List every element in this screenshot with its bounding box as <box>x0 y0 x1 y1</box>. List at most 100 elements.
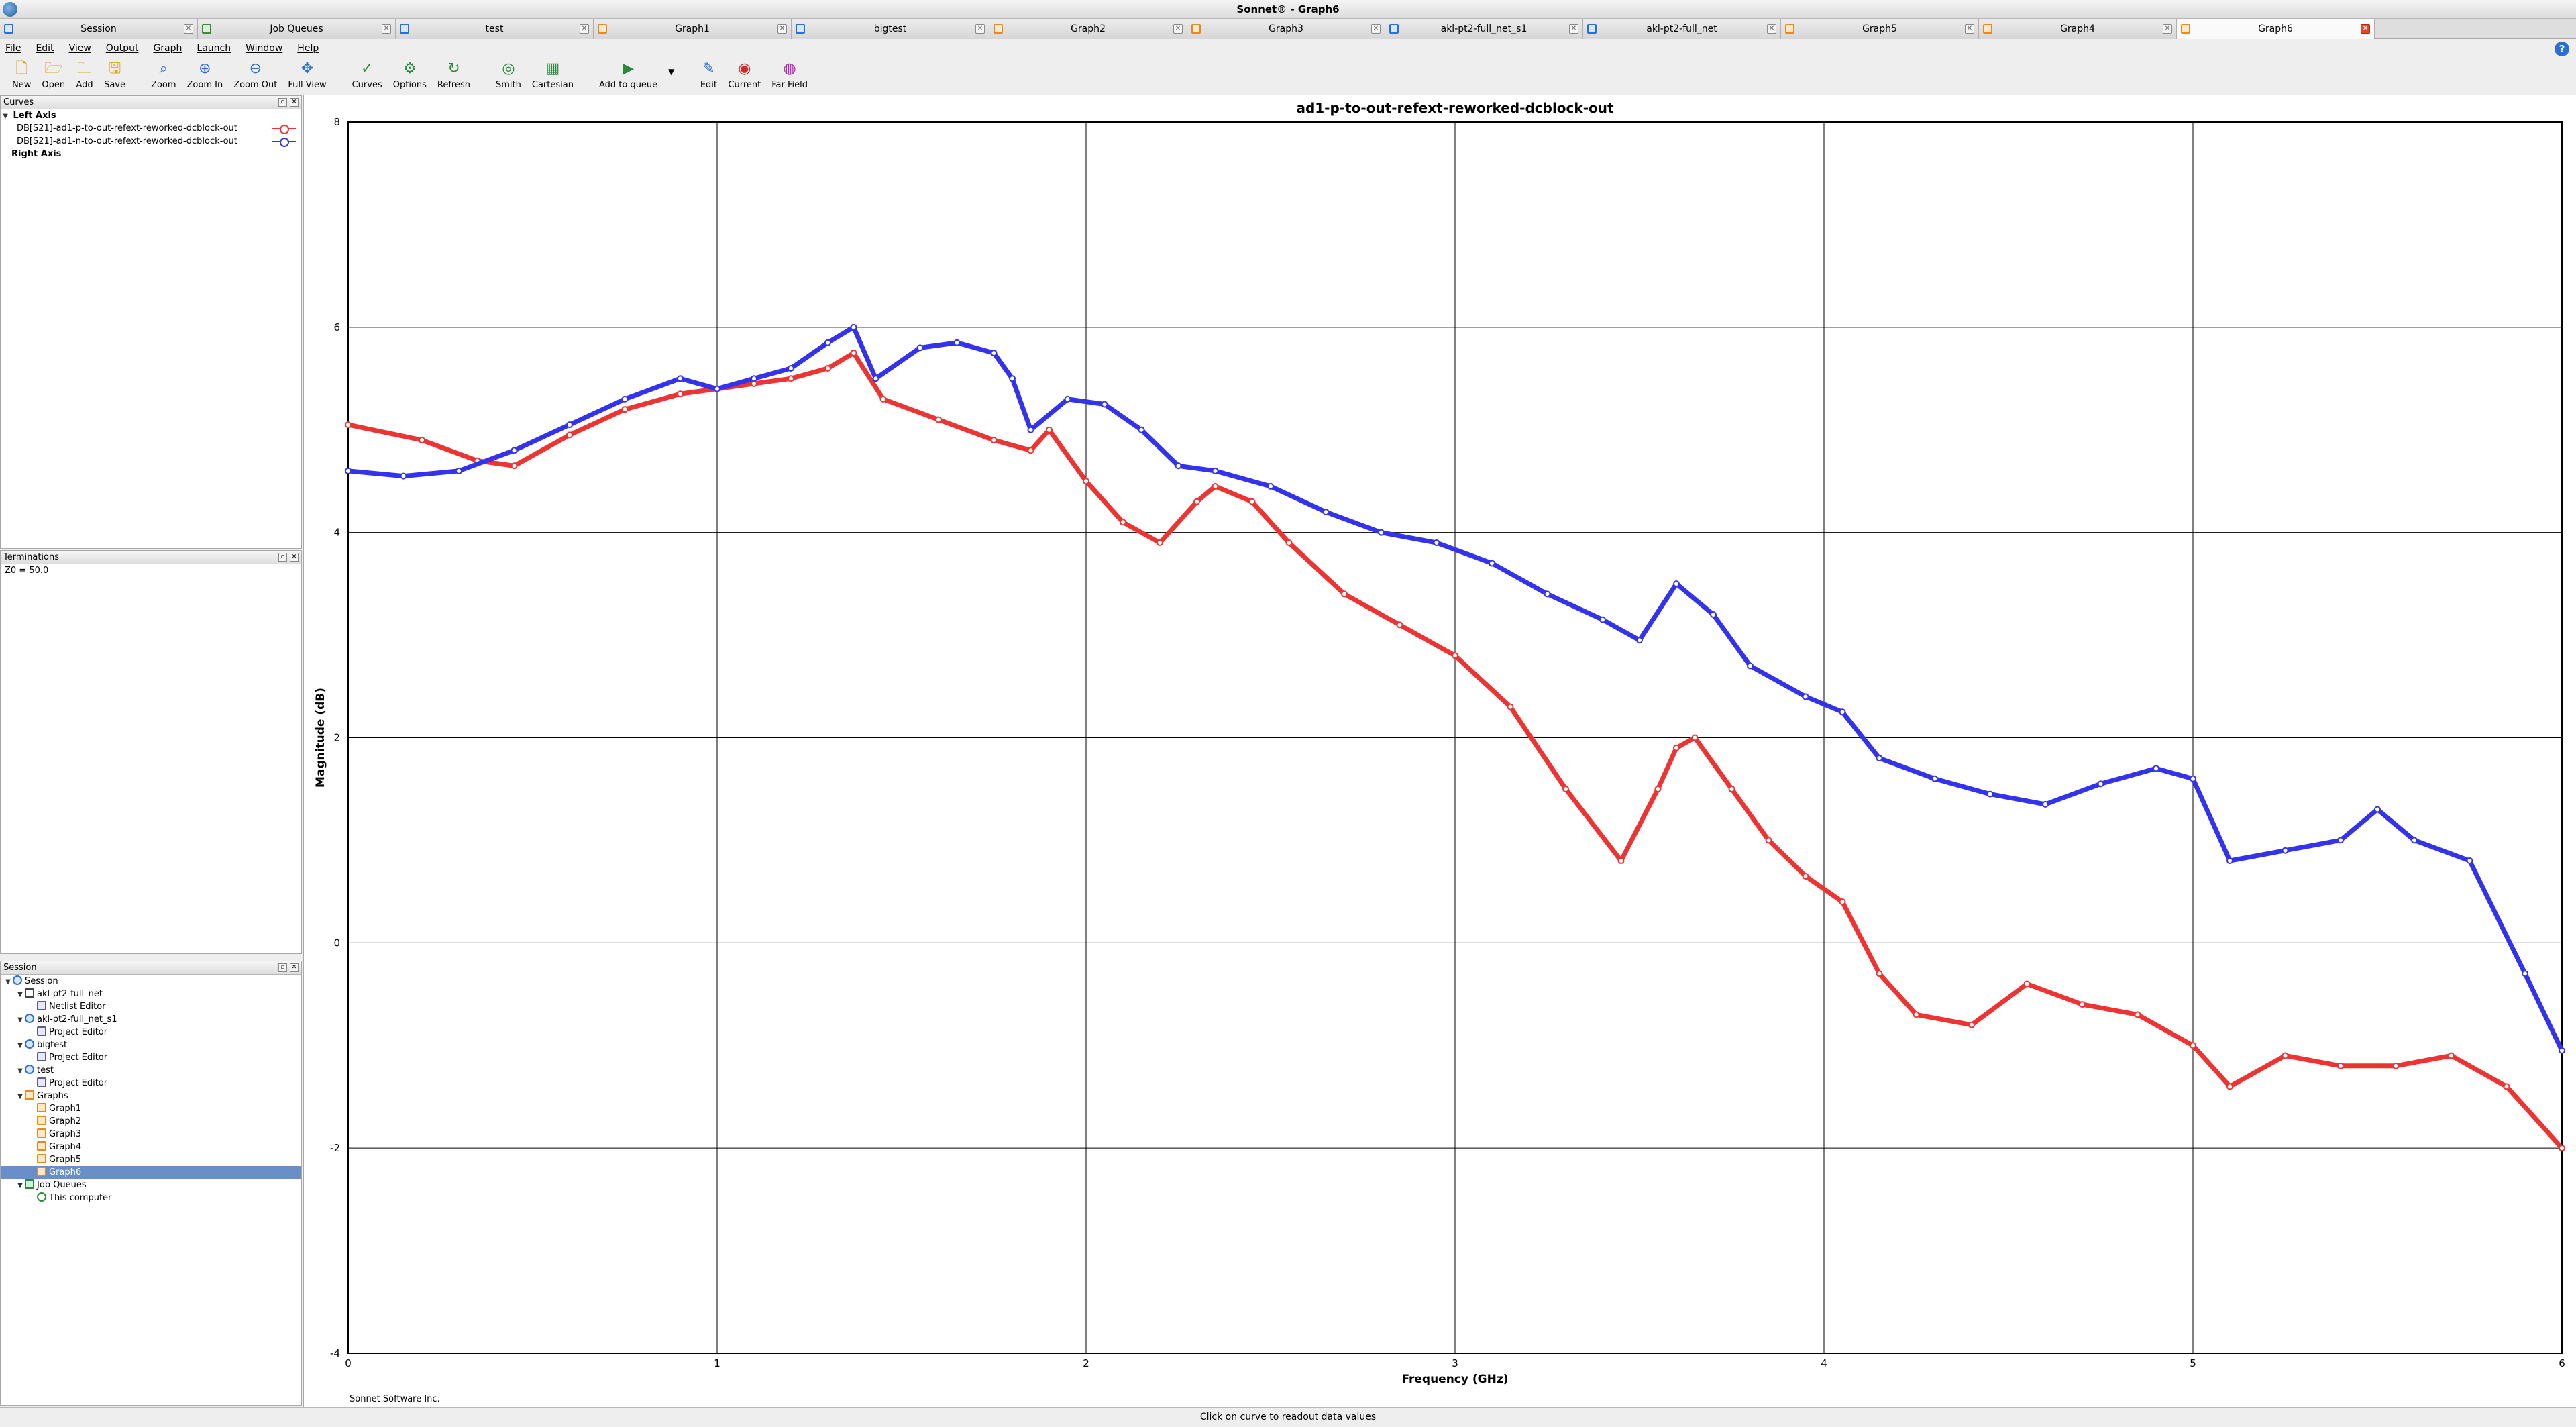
tab-close-icon[interactable]: ✕ <box>777 24 787 34</box>
tab-graph4[interactable]: Graph4 ✕ <box>1979 19 2177 39</box>
series-1-point[interactable] <box>1544 590 1551 598</box>
series-0-point[interactable] <box>1083 478 1089 485</box>
menu-file[interactable]: File <box>5 43 21 54</box>
series-0-point[interactable] <box>1839 898 1846 906</box>
toolbar-curves-button[interactable]: ✓ Curves <box>347 58 388 95</box>
tab-close-icon[interactable]: ✕ <box>975 24 985 34</box>
series-0-point[interactable] <box>419 437 425 444</box>
series-1-point[interactable] <box>1064 395 1071 403</box>
series-0-point[interactable] <box>1157 539 1163 546</box>
curve-item[interactable]: DB[S21]-ad1-p-to-out-refext-reworked-dcb… <box>1 122 301 135</box>
series-1-point[interactable] <box>872 375 879 382</box>
series-1-point[interactable] <box>1267 482 1274 490</box>
series-1-point[interactable] <box>2097 780 2104 788</box>
series-1-point[interactable] <box>2466 857 2473 864</box>
series-0-point[interactable] <box>1212 482 1219 490</box>
tab-job-queues[interactable]: Job Queues ✕ <box>198 19 396 39</box>
series-1-point[interactable] <box>2153 765 2159 772</box>
tab-close-icon[interactable]: ✕ <box>1569 24 1578 34</box>
series-0-point[interactable] <box>1728 785 1735 792</box>
tab-close-icon[interactable]: ✕ <box>1767 24 1776 34</box>
series-1-point[interactable] <box>2226 857 2233 864</box>
panel-float-icon[interactable]: ▫ <box>278 553 287 562</box>
series-1-point[interactable] <box>1636 637 1643 644</box>
series-1-point[interactable] <box>1876 755 1883 762</box>
toolbar-save-button[interactable]: 🖫 Save <box>99 58 131 95</box>
series-0-point[interactable] <box>850 350 857 357</box>
series-0-point[interactable] <box>2337 1062 2344 1069</box>
series-1-point[interactable] <box>1322 509 1330 516</box>
series-1-point[interactable] <box>1027 426 1034 433</box>
session-tree-item[interactable]: ▼ Session <box>1 975 301 988</box>
panel-float-icon[interactable]: ▫ <box>278 963 287 972</box>
session-tree-item[interactable]: Graph3 <box>1 1128 301 1141</box>
chevron-down-icon[interactable]: ▼ <box>15 1039 25 1052</box>
chevron-down-icon[interactable]: ▼ <box>15 988 25 1001</box>
toolbar-refresh-button[interactable]: ↻ Refresh <box>432 58 476 95</box>
session-tree-item[interactable]: ▼ Job Queues <box>1 1179 301 1192</box>
menu-edit[interactable]: Edit <box>36 43 54 54</box>
series-0-point[interactable] <box>2448 1052 2455 1059</box>
toolbar-full-view-button[interactable]: ✥ Full View <box>282 58 331 95</box>
tab-close-icon[interactable]: ✕ <box>2163 24 2172 34</box>
series-1-point[interactable] <box>677 375 684 382</box>
curve-item[interactable]: DB[S21]-ad1-n-to-out-refext-reworked-dcb… <box>1 135 301 148</box>
session-tree-item[interactable]: ▼ bigtest <box>1 1039 301 1051</box>
chevron-down-icon[interactable]: ▼ <box>15 1014 25 1026</box>
session-tree-item[interactable]: Graph1 <box>1 1102 301 1115</box>
chevron-down-icon[interactable]: ▼ <box>15 1179 25 1192</box>
menu-help[interactable]: Help <box>297 43 319 54</box>
session-tree-item[interactable]: ▼ Graphs <box>1 1090 301 1102</box>
series-0-point[interactable] <box>935 416 942 423</box>
session-tree-item[interactable]: This computer <box>1 1192 301 1204</box>
series-1-point[interactable] <box>1101 401 1108 408</box>
toolbar-zoom-in-button[interactable]: ⊕ Zoom In <box>182 58 229 95</box>
toolbar-zoom-out-button[interactable]: ⊖ Zoom Out <box>228 58 282 95</box>
chevron-down-icon[interactable]: ▼ <box>15 1090 25 1103</box>
series-0-point[interactable] <box>2226 1083 2233 1090</box>
tab-graph1[interactable]: Graph1 ✕ <box>594 19 792 39</box>
tab-close-icon[interactable]: ✕ <box>1173 24 1183 34</box>
series-1-point[interactable] <box>455 467 462 474</box>
series-0-point[interactable] <box>2079 1001 2086 1008</box>
series-1-point[interactable] <box>2374 806 2381 813</box>
series-1-point[interactable] <box>1378 529 1385 536</box>
right-axis-node[interactable]: Right Axis <box>1 148 301 160</box>
tab-close-icon[interactable]: ✕ <box>580 24 589 34</box>
series-0-point[interactable] <box>2190 1042 2196 1049</box>
series-1-point[interactable] <box>621 395 629 403</box>
left-axis-node[interactable]: ▼ Left Axis <box>1 109 301 122</box>
series-0-point[interactable] <box>1396 621 1403 629</box>
series-1-point[interactable] <box>1433 539 1440 546</box>
session-tree-item[interactable]: ▼ test <box>1 1064 301 1077</box>
series-0-point[interactable] <box>1673 744 1680 751</box>
series-1-point[interactable] <box>2559 1047 2565 1054</box>
series-0-point[interactable] <box>1452 652 1458 659</box>
session-tree-item[interactable]: Project Editor <box>1 1051 301 1064</box>
series-0-point[interactable] <box>1248 498 1256 505</box>
toolbar-far-field-button[interactable]: ◍ Far Field <box>766 58 813 95</box>
series-0-point[interactable] <box>990 437 998 444</box>
menu-output[interactable]: Output <box>106 43 139 54</box>
series-1-point[interactable] <box>2337 837 2344 844</box>
series-1-point[interactable] <box>566 421 573 429</box>
tab-graph5[interactable]: Graph5 ✕ <box>1781 19 1979 39</box>
series-1-point[interactable] <box>714 385 720 392</box>
series-1-point[interactable] <box>850 323 857 331</box>
chevron-down-icon[interactable]: ▼ <box>3 975 13 988</box>
series-1-point[interactable] <box>1802 693 1809 700</box>
series-0-point[interactable] <box>2134 1011 2141 1018</box>
series-0-point[interactable] <box>1617 857 1625 864</box>
tab-graph2[interactable]: Graph2 ✕ <box>989 19 1187 39</box>
series-1-point[interactable] <box>1710 611 1717 618</box>
session-tree-item[interactable]: Netlist Editor <box>1 1000 301 1013</box>
tab-test[interactable]: test ✕ <box>396 19 594 39</box>
help-icon[interactable]: ? <box>2555 42 2569 56</box>
session-tree-item[interactable]: Graph5 <box>1 1153 301 1166</box>
series-1-point[interactable] <box>916 344 924 352</box>
series-0-point[interactable] <box>2392 1062 2400 1069</box>
series-0-point[interactable] <box>1691 734 1699 741</box>
add-to-queue-dropdown-icon[interactable]: ▼ <box>663 58 680 95</box>
series-0-point[interactable] <box>677 390 684 398</box>
session-tree-item[interactable]: Graph6 <box>1 1166 301 1179</box>
